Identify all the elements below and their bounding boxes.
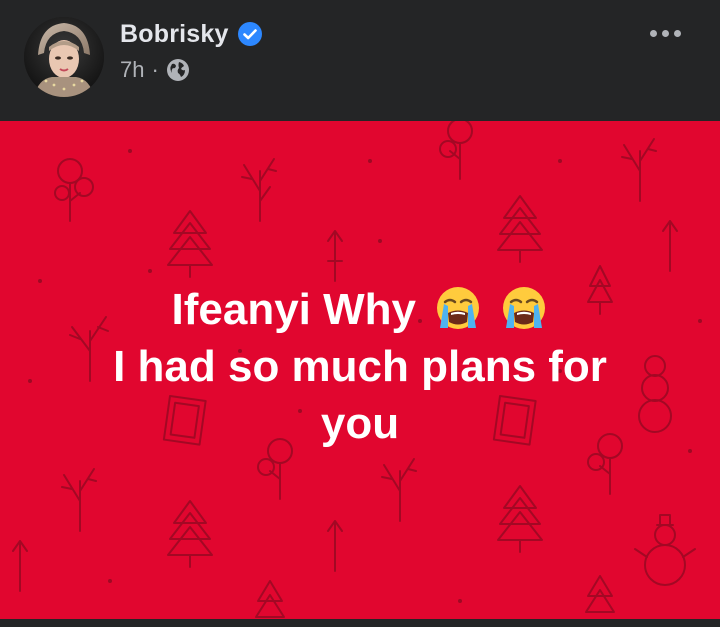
post-meta: 7h · xyxy=(120,56,190,84)
status-line-1: Ifeanyi Why xyxy=(60,281,660,338)
status-line-2: I had so much plans for xyxy=(113,342,607,391)
status-line-3: you xyxy=(320,399,400,448)
facebook-post: Bobrisky 7h · Ifeanyi Why I had so much … xyxy=(0,0,720,627)
verified-badge-icon xyxy=(237,21,263,47)
post-timestamp[interactable]: 7h xyxy=(120,57,144,83)
post-header: Bobrisky 7h · xyxy=(0,0,720,121)
more-horizontal-icon xyxy=(649,29,657,37)
more-horizontal-icon-dot xyxy=(661,29,669,37)
loudly-crying-face-icon xyxy=(500,284,548,332)
meta-separator: · xyxy=(151,57,159,82)
author-name[interactable]: Bobrisky xyxy=(120,20,229,49)
more-horizontal-icon-dot xyxy=(673,29,681,37)
status-background: Ifeanyi Why I had so much plans for you xyxy=(0,121,720,619)
status-text: Ifeanyi Why I had so much plans for you xyxy=(60,281,660,452)
post-footer-divider xyxy=(0,619,720,627)
globe-icon[interactable] xyxy=(166,58,190,82)
author-avatar[interactable] xyxy=(24,17,104,97)
more-options-button[interactable] xyxy=(640,18,690,48)
status-line-1-text: Ifeanyi Why xyxy=(171,285,417,334)
avatar-photo xyxy=(24,17,104,97)
loudly-crying-face-icon xyxy=(434,284,482,332)
author-row: Bobrisky xyxy=(120,18,263,50)
